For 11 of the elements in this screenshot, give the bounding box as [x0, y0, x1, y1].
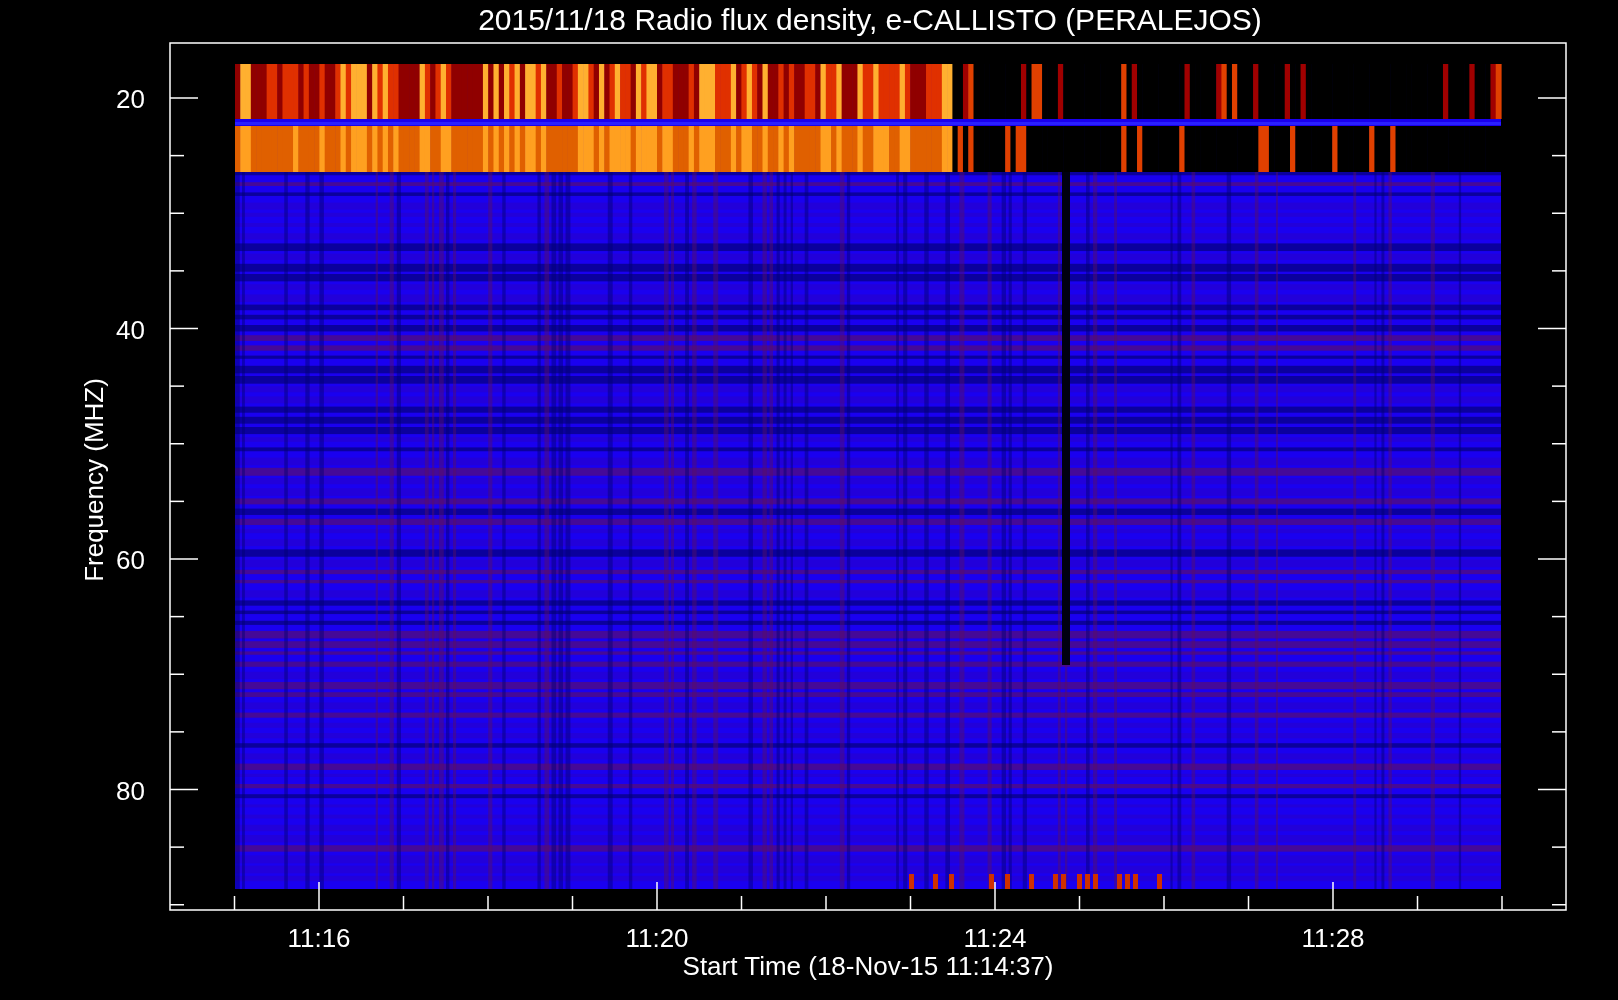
tick-label: 60 [116, 545, 145, 575]
tick-label: 11:16 [287, 923, 351, 953]
tick-label: 11:24 [963, 923, 1027, 953]
plot-title: 2015/11/18 Radio flux density, e-CALLISTO (PERALEJOS) [478, 3, 1262, 36]
tick-label: 20 [116, 84, 145, 114]
y-axis-label: Frequency (MHZ) [79, 378, 109, 582]
tick-label: 40 [116, 314, 145, 345]
tick-label: 11:28 [1301, 923, 1365, 953]
x-axis-label: Start Time (18-Nov-15 11:14:37) [682, 951, 1054, 981]
tick-label: 11:20 [625, 923, 689, 953]
tick-label: 80 [116, 775, 145, 806]
